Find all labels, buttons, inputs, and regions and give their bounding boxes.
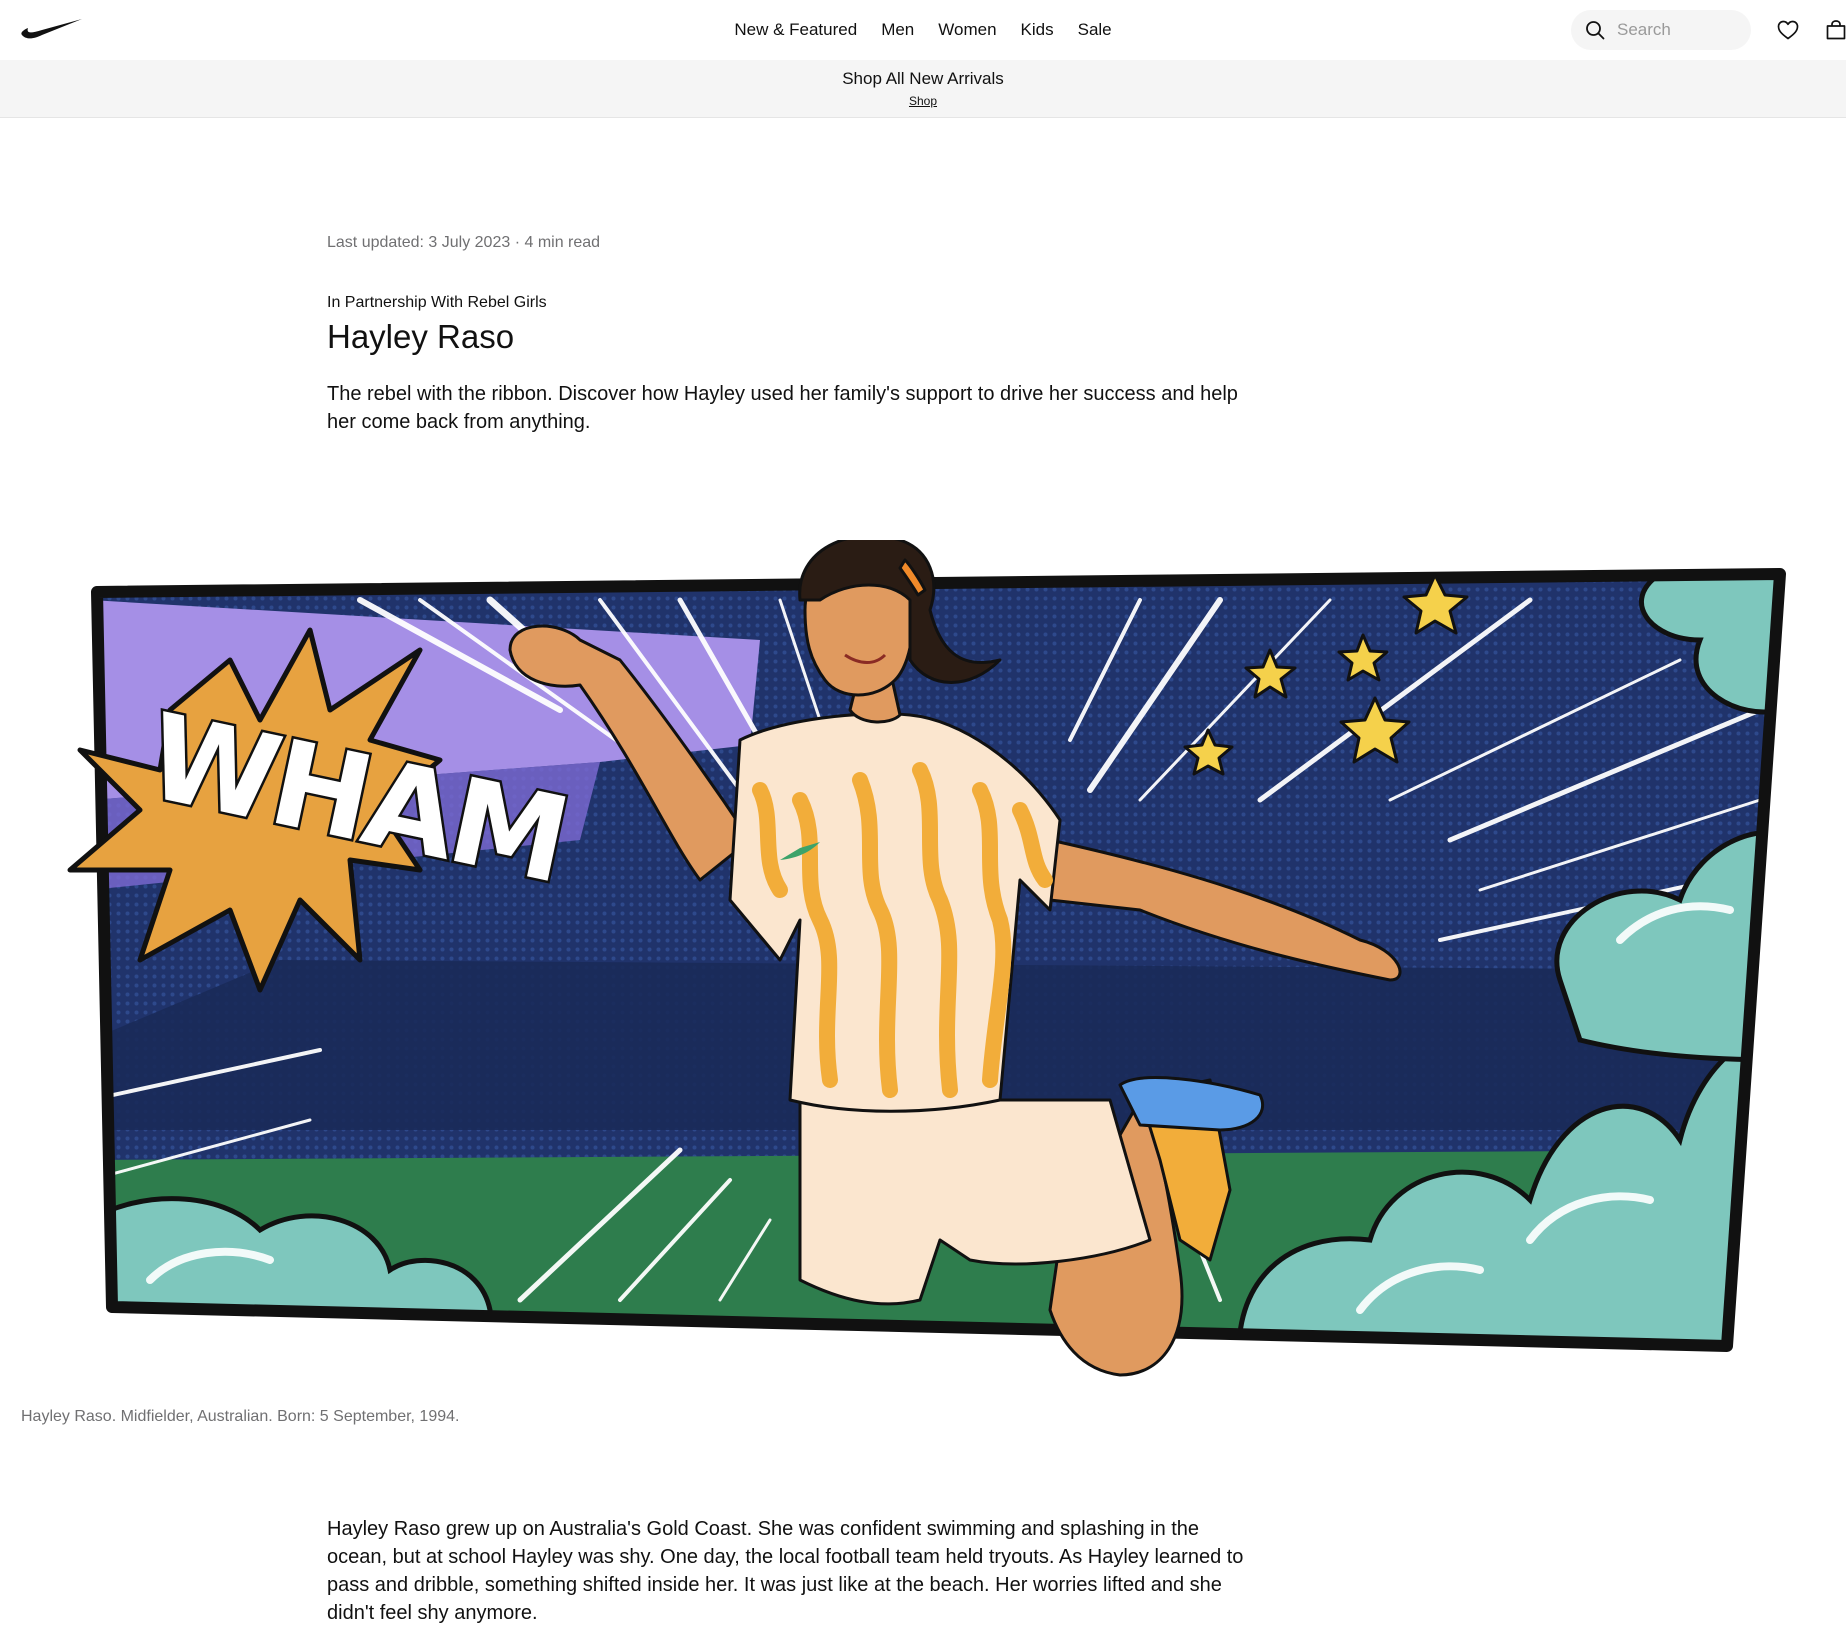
promo-title: Shop All New Arrivals	[842, 69, 1004, 88]
nav-kids[interactable]: Kids	[1021, 20, 1054, 40]
article-title: Hayley Raso	[327, 318, 515, 355]
search-box[interactable]	[1571, 10, 1751, 50]
article-meta: Last updated: 3 July 2023 · 4 min read	[327, 234, 601, 251]
hero-caption: Hayley Raso. Midfielder, Australian. Bor…	[21, 1408, 460, 1425]
favorites-heart-icon[interactable]	[1776, 18, 1800, 42]
nav-sale[interactable]: Sale	[1078, 20, 1112, 40]
promo-banner: Shop All New Arrivals Shop	[0, 60, 1846, 117]
shopping-bag-icon[interactable]	[1824, 18, 1846, 42]
nav-new-featured[interactable]: New & Featured	[734, 20, 857, 40]
article-dek: The rebel with the ribbon. Discover how …	[327, 383, 1238, 433]
promo-shop-link-wrap: Shop	[0, 94, 1846, 108]
site-header: New & Featured Men Women Kids Sale	[0, 0, 1846, 60]
promo-shop-link[interactable]: Shop	[909, 94, 937, 108]
article-body-paragraph: Hayley Raso grew up on Australia's Gold …	[327, 1518, 1244, 1624]
nav-men[interactable]: Men	[881, 20, 914, 40]
header-divider	[0, 117, 1846, 118]
search-icon[interactable]	[1585, 20, 1605, 40]
main-nav: New & Featured Men Women Kids Sale	[0, 0, 1846, 60]
hero-illustration: WHAM	[67, 540, 1786, 1377]
article-eyebrow: In Partnership With Rebel Girls	[327, 294, 547, 311]
search-input[interactable]	[1617, 10, 1741, 50]
nike-swoosh-logo[interactable]	[20, 18, 82, 42]
nav-women[interactable]: Women	[938, 20, 996, 40]
